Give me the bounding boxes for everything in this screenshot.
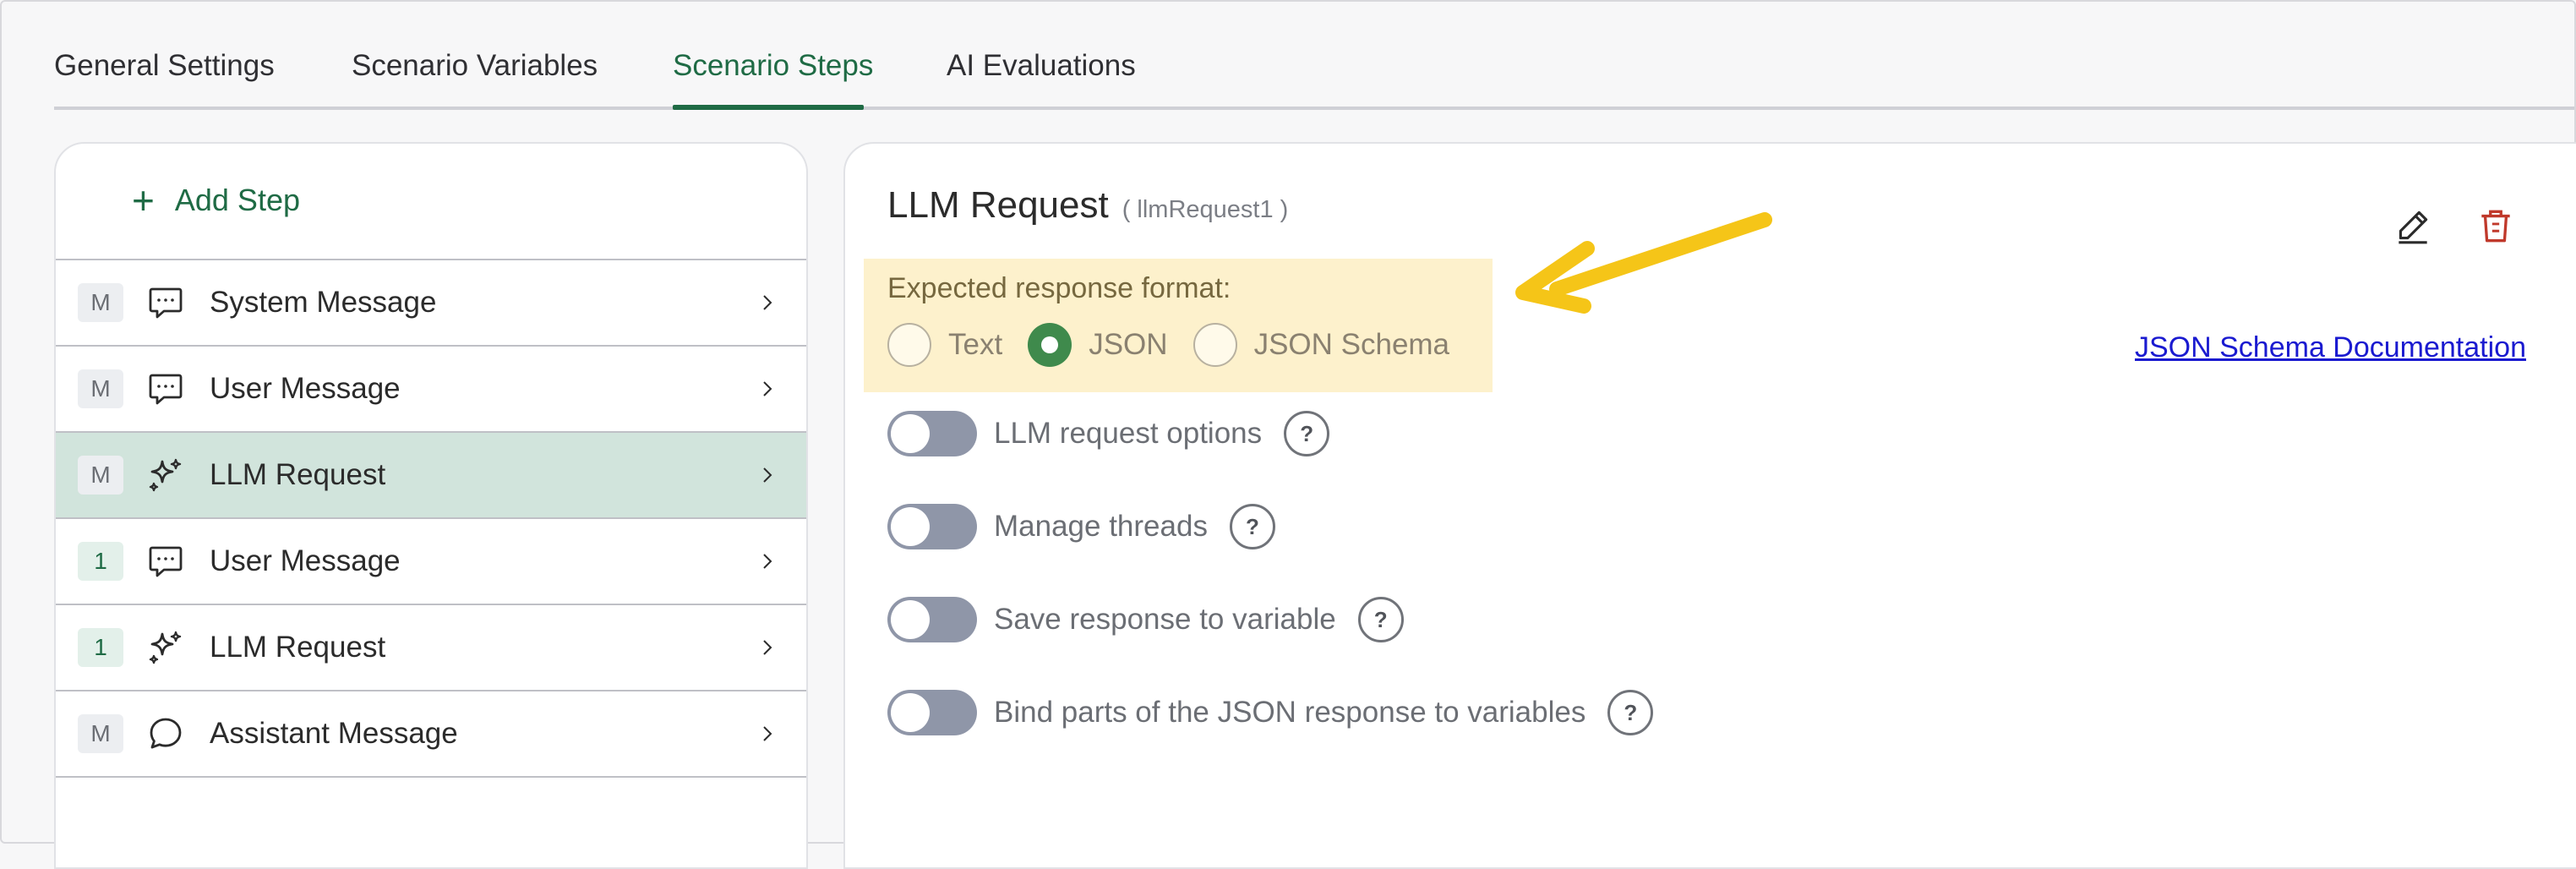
step-badge: M bbox=[78, 714, 123, 753]
llm-request-options-toggle[interactable] bbox=[887, 411, 977, 456]
help-icon[interactable]: ? bbox=[1607, 690, 1654, 735]
chevron-right-icon bbox=[763, 726, 772, 741]
help-icon[interactable]: ? bbox=[1284, 411, 1330, 456]
toggle-row-bind-json-parts: Bind parts of the JSON response to varia… bbox=[887, 690, 1654, 735]
toggle-label: Manage threads bbox=[994, 510, 1208, 543]
tab-scenario-steps[interactable]: Scenario Steps bbox=[673, 49, 873, 83]
step-row[interactable]: 1 User Message bbox=[56, 517, 806, 604]
chat-bubble-icon bbox=[149, 287, 183, 319]
step-badge: M bbox=[78, 369, 123, 408]
toggle-row-save-response: Save response to variable ? bbox=[887, 597, 1404, 642]
response-format-radio-group: Text JSON JSON Schema bbox=[887, 323, 1475, 367]
help-icon[interactable]: ? bbox=[1357, 597, 1404, 642]
toggle-label: LLM request options bbox=[994, 417, 1263, 450]
detail-header: LLM Request ( llmRequest1 ) bbox=[887, 184, 1288, 227]
plus-icon: + bbox=[132, 178, 155, 222]
radio-json-schema[interactable] bbox=[1192, 323, 1237, 367]
step-row[interactable]: M System Message bbox=[56, 259, 806, 345]
step-label: LLM Request bbox=[210, 631, 386, 664]
step-row[interactable]: M User Message bbox=[56, 345, 806, 431]
response-format-label: Expected response format: bbox=[887, 272, 1231, 304]
steps-panel: + Add Step M System Message M User Messa… bbox=[54, 142, 808, 869]
radio-text-label[interactable]: Text bbox=[948, 328, 1002, 362]
chat-bubble-icon bbox=[149, 546, 183, 577]
edit-pencil-icon[interactable] bbox=[2392, 205, 2434, 247]
radio-json-label[interactable]: JSON bbox=[1089, 328, 1167, 362]
step-label: User Message bbox=[210, 372, 401, 405]
chevron-right-icon bbox=[763, 467, 772, 483]
toggle-label: Save response to variable bbox=[994, 603, 1336, 636]
step-label: LLM Request bbox=[210, 458, 386, 491]
step-badge: 1 bbox=[78, 542, 123, 581]
page-title: LLM Request bbox=[887, 184, 1109, 226]
save-response-toggle[interactable] bbox=[887, 597, 977, 642]
chevron-right-icon bbox=[763, 381, 772, 396]
step-badge: 1 bbox=[78, 628, 123, 667]
speech-bubble-icon bbox=[150, 718, 182, 749]
sparkles-icon bbox=[149, 458, 182, 492]
tab-ai-evaluations[interactable]: AI Evaluations bbox=[947, 49, 1136, 83]
radio-json[interactable] bbox=[1028, 323, 1072, 367]
chevron-right-icon bbox=[763, 554, 772, 569]
radio-json-schema-label[interactable]: JSON Schema bbox=[1254, 328, 1449, 362]
chevron-right-icon bbox=[763, 640, 772, 655]
step-row[interactable]: M Assistant Message bbox=[56, 690, 806, 778]
chat-bubble-icon bbox=[149, 374, 183, 405]
step-id-label: ( llmRequest1 ) bbox=[1122, 196, 1289, 223]
steps-list: M System Message M User Message M LLM Re… bbox=[56, 259, 806, 778]
step-row-selected[interactable]: M LLM Request bbox=[56, 431, 806, 517]
radio-text[interactable] bbox=[887, 323, 931, 367]
step-label: System Message bbox=[210, 286, 437, 319]
toggle-label: Bind parts of the JSON response to varia… bbox=[994, 696, 1586, 729]
tab-scenario-variables[interactable]: Scenario Variables bbox=[352, 49, 598, 83]
trash-icon[interactable] bbox=[2475, 205, 2517, 247]
annotation-arrow-icon bbox=[1515, 212, 1772, 314]
response-format-section: Expected response format: Text JSON JSON… bbox=[864, 259, 1493, 392]
step-badge: M bbox=[78, 283, 123, 322]
manage-threads-toggle[interactable] bbox=[887, 504, 977, 549]
bind-json-parts-toggle[interactable] bbox=[887, 690, 977, 735]
toggle-row-llm-request-options: LLM request options ? bbox=[887, 411, 1330, 456]
json-schema-docs-link[interactable]: JSON Schema Documentation bbox=[2135, 331, 2526, 364]
help-icon[interactable]: ? bbox=[1229, 504, 1275, 549]
step-badge: M bbox=[78, 456, 123, 495]
tabs-divider bbox=[54, 107, 2574, 110]
chevron-right-icon bbox=[763, 295, 772, 310]
step-row[interactable]: 1 LLM Request bbox=[56, 604, 806, 690]
add-step-button[interactable]: + Add Step bbox=[132, 181, 300, 220]
app-frame: General Settings Scenario Variables Scen… bbox=[0, 0, 2576, 869]
active-tab-indicator bbox=[673, 105, 864, 110]
sparkles-icon bbox=[149, 631, 182, 664]
tab-general-settings[interactable]: General Settings bbox=[54, 49, 275, 83]
add-step-label: Add Step bbox=[174, 183, 300, 217]
step-label: Assistant Message bbox=[210, 717, 458, 750]
step-label: User Message bbox=[210, 544, 401, 577]
toggle-row-manage-threads: Manage threads ? bbox=[887, 504, 1275, 549]
